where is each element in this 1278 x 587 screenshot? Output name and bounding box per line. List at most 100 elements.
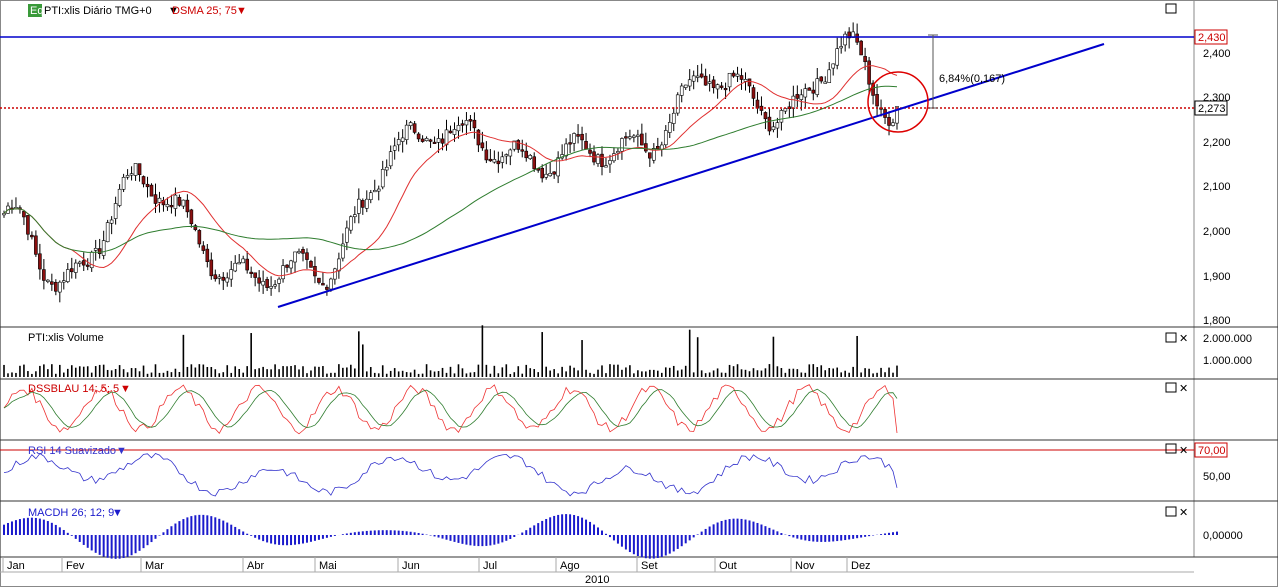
- candle-down: [480, 142, 485, 149]
- close-rsi-icon[interactable]: ✕: [1179, 445, 1188, 457]
- volume-bar: [322, 366, 324, 377]
- macd-bar: [832, 535, 835, 542]
- macd-dropdown-icon[interactable]: ▼: [112, 507, 123, 519]
- candle-up: [687, 79, 692, 87]
- macd-bar: [413, 532, 416, 535]
- volume-bar: [150, 372, 153, 377]
- macd-bar: [796, 535, 799, 539]
- volume-bar: [94, 366, 97, 377]
- candle-up: [791, 95, 796, 109]
- candle-down: [887, 117, 891, 126]
- candle-up: [827, 69, 832, 83]
- candle-down: [141, 176, 146, 185]
- symbol-label[interactable]: PTI:xlis Diário TMG+0: [44, 5, 152, 17]
- candle-down: [149, 184, 154, 197]
- volume-bar: [242, 372, 244, 377]
- macd-bar: [126, 535, 129, 557]
- volume-bar: [884, 372, 886, 377]
- candle-down: [97, 248, 102, 254]
- volume-bar: [47, 369, 49, 377]
- volume-bar: [162, 372, 165, 377]
- candle-down: [412, 123, 417, 133]
- macd-bar: [86, 535, 89, 548]
- candle-down: [325, 286, 329, 290]
- macd-bar: [696, 534, 699, 535]
- dss-dropdown-icon[interactable]: ▼: [120, 383, 131, 395]
- close-macd-icon[interactable]: ✕: [1179, 507, 1188, 519]
- indicator-label[interactable]: DSMA 25; 75: [172, 5, 237, 17]
- close-volume-icon[interactable]: ✕: [1179, 333, 1188, 345]
- candle-up: [273, 284, 277, 287]
- volume-bar: [525, 364, 528, 377]
- macd-bar: [728, 519, 731, 535]
- volume-bar: [768, 364, 771, 377]
- volume-bar: [230, 372, 233, 377]
- x-tick-jan: Jan: [7, 560, 25, 572]
- macd-bar: [449, 535, 452, 541]
- macd-bar: [469, 535, 472, 546]
- candle-up: [831, 63, 836, 69]
- volume-bar: [310, 370, 312, 377]
- price-y-axis: 2,400 2,300 2,200 2,100 2,000 1,900 1,80…: [1203, 48, 1231, 327]
- volume-bar: [278, 369, 280, 377]
- candle-down: [460, 123, 465, 126]
- candle-down: [568, 142, 572, 145]
- volume-bar: [621, 369, 623, 377]
- macd-bar: [385, 530, 388, 535]
- volume-bar: [114, 368, 117, 377]
- volume-bar: [864, 368, 866, 377]
- volume-bar: [844, 370, 846, 377]
- volume-bar: [589, 372, 591, 377]
- candle-up: [133, 163, 138, 176]
- volume-bar: [290, 366, 292, 377]
- maximize-macd-icon[interactable]: [1165, 506, 1177, 517]
- candle-down: [584, 141, 588, 150]
- candle-down: [50, 281, 54, 285]
- macd-bar: [776, 531, 779, 535]
- maximize-rsi-icon[interactable]: [1165, 443, 1177, 454]
- candle-up: [77, 261, 82, 264]
- macd-bar: [569, 514, 572, 535]
- candle-up: [823, 81, 828, 84]
- macd-bar: [317, 535, 320, 540]
- x-tick-fev: Fev: [66, 560, 85, 572]
- volume-bar: [660, 372, 663, 377]
- candle-up: [528, 155, 533, 159]
- volume-bar: [158, 372, 161, 377]
- volume-bar: [505, 364, 508, 377]
- volume-bar: [358, 331, 360, 377]
- maximize-volume-icon[interactable]: [1165, 332, 1177, 343]
- volume-bar: [154, 364, 157, 377]
- macd-bar: [577, 516, 580, 535]
- rsi-dropdown-icon[interactable]: ▼: [116, 445, 127, 457]
- macd-bar: [349, 532, 352, 535]
- macd-bar: [222, 520, 225, 535]
- macd-bar: [10, 521, 13, 535]
- candle-up: [424, 138, 429, 142]
- maximize-dss-icon[interactable]: [1165, 382, 1177, 393]
- volume-bar: [549, 370, 551, 377]
- candle-up: [891, 122, 895, 126]
- macd-bar: [262, 535, 265, 542]
- macd-bar: [445, 535, 448, 540]
- volume-bar: [561, 366, 563, 377]
- candle-down: [205, 248, 210, 262]
- volume-bar: [377, 373, 380, 377]
- volume-bar: [836, 367, 839, 377]
- indicator-dropdown-icon[interactable]: ▼: [236, 5, 247, 17]
- candle-down: [416, 133, 421, 140]
- volume-bar: [369, 367, 372, 377]
- candle-up: [436, 138, 441, 143]
- candle-up: [803, 88, 808, 98]
- candle-down: [532, 156, 537, 170]
- candle-up: [508, 149, 513, 157]
- macd-bar: [748, 520, 751, 535]
- candle-up: [572, 133, 576, 144]
- close-dss-icon[interactable]: ✕: [1179, 383, 1188, 395]
- macd-bar: [393, 530, 396, 535]
- maximize-price-icon[interactable]: [1165, 3, 1177, 14]
- macd-bar: [377, 530, 380, 535]
- y-tick: 2,100: [1203, 181, 1231, 193]
- macd-bar: [309, 535, 312, 542]
- macd-bar: [34, 517, 37, 535]
